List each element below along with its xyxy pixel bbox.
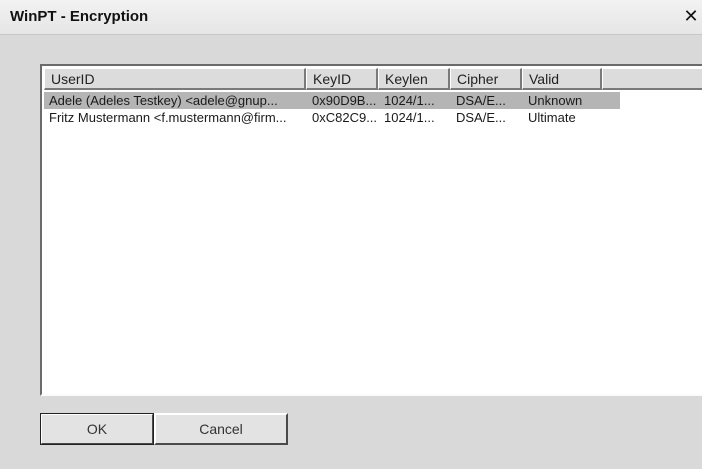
cell-keyid: 0x90D9B... (312, 93, 377, 108)
cell-cipher: DSA/E... (456, 93, 506, 108)
column-header-keylen[interactable]: Keylen (378, 68, 450, 90)
column-header-keyid[interactable]: KeyID (306, 68, 378, 90)
ok-button[interactable]: OK (40, 413, 154, 445)
table-row[interactable]: Adele (Adeles Testkey) <adele@gnup... 0x… (44, 92, 620, 109)
cell-keylen: 1024/1... (384, 110, 435, 125)
cell-valid: Ultimate (528, 110, 576, 125)
cell-cipher: DSA/E... (456, 110, 506, 125)
table-row[interactable]: Fritz Mustermann <f.mustermann@firm... 0… (44, 109, 620, 126)
title-bar: WinPT - Encryption ✕ (0, 0, 702, 35)
cell-keylen: 1024/1... (384, 93, 435, 108)
column-header-spacer (602, 68, 702, 90)
column-header-userid[interactable]: UserID (44, 68, 306, 90)
cell-valid: Unknown (528, 93, 583, 108)
column-header-valid[interactable]: Valid (522, 68, 602, 90)
cancel-button[interactable]: Cancel (154, 413, 288, 445)
key-list[interactable]: UserID KeyID Keylen Cipher Valid Adele (… (40, 64, 702, 396)
column-header-cipher[interactable]: Cipher (450, 68, 522, 90)
cell-keyid: 0xC82C9... (312, 110, 378, 125)
window-title: WinPT - Encryption (10, 8, 149, 25)
cell-userid: Fritz Mustermann <f.mustermann@firm... (49, 110, 287, 125)
cell-userid: Adele (Adeles Testkey) <adele@gnup... (49, 93, 278, 108)
list-header: UserID KeyID Keylen Cipher Valid (44, 68, 702, 90)
close-icon[interactable]: ✕ (682, 6, 700, 26)
